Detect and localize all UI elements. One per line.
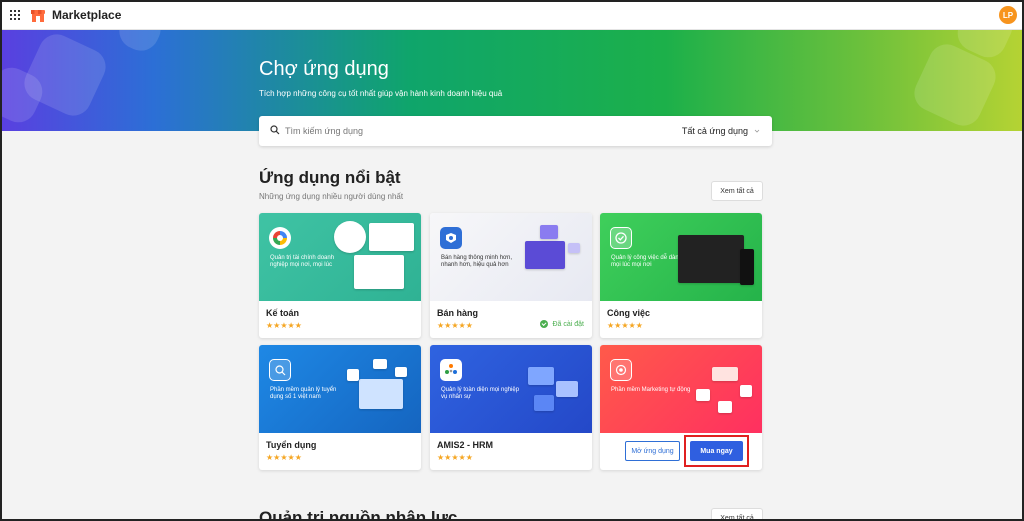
rating-stars: ★★★★★ <box>266 321 302 330</box>
app-banner: Quản lý công việc dễ dàng, mọi lúc mọi n… <box>600 213 762 301</box>
page-subtitle: Tích hợp những công cụ tốt nhất giúp vận… <box>259 89 503 98</box>
section-title: Ứng dụng nổi bật <box>259 168 401 187</box>
search-bar: Tất cả ứng dụng <box>259 116 772 146</box>
page-title: Chợ ứng dụng <box>259 58 389 80</box>
app-card-tuyen-dung[interactable]: Phần mềm quản lý tuyển dụng số 1 việt na… <box>259 345 421 470</box>
top-bar: Marketplace LP <box>0 0 1024 30</box>
app-card-marketing[interactable]: Phần mềm Marketing tự động Mở ứng dụng M… <box>600 345 762 470</box>
banner-tagline: Bán hàng thông minh hơn, nhanh hơn, hiệu… <box>441 255 512 268</box>
buy-now-button[interactable]: Mua ngay <box>690 441 743 461</box>
app-card-amis2-hrm[interactable]: Quản lý toàn diện mọi nghiệp vụ nhân sự … <box>430 345 592 470</box>
app-title: Marketplace <box>52 8 122 22</box>
banner-tagline: Quản lý toàn diện mọi nghiệp vụ nhân sự <box>441 387 520 400</box>
chevron-down-icon <box>754 129 760 133</box>
view-all-button[interactable]: Xem tất cả <box>711 181 763 201</box>
open-app-button[interactable]: Mở ứng dụng <box>625 441 680 461</box>
banner-illustration <box>373 359 387 369</box>
rating-stars: ★★★★★ <box>607 321 643 330</box>
app-name: Tuyển dụng <box>266 440 317 450</box>
hrm-app-icon <box>440 359 462 381</box>
banner-illustration <box>369 223 414 251</box>
banner-tagline: Phần mềm Marketing tự động <box>611 387 691 393</box>
app-banner: Bán hàng thông minh hơn, nhanh hơn, hiệu… <box>430 213 592 301</box>
category-dropdown-value: Tất cả ứng dụng <box>681 126 748 136</box>
banner-tagline: Phần mềm quản lý tuyển dụng số 1 việt na… <box>270 387 337 400</box>
search-icon <box>270 125 280 135</box>
banner-illustration <box>359 379 403 409</box>
marketplace-logo-icon <box>31 10 45 22</box>
decor-shape <box>113 30 167 57</box>
app-banner: Phần mềm quản lý tuyển dụng số 1 việt na… <box>259 345 421 433</box>
banner-illustration <box>525 241 565 269</box>
buy-now-highlight: Mua ngay <box>684 435 749 467</box>
user-avatar[interactable]: LP <box>999 6 1017 24</box>
app-launcher-icon[interactable] <box>10 10 20 20</box>
app-name: Công việc <box>607 308 651 318</box>
rating-stars: ★★★★★ <box>437 453 473 462</box>
app-name: AMIS2 - HRM <box>437 440 493 450</box>
search-input[interactable] <box>285 123 665 139</box>
banner-illustration <box>347 369 359 381</box>
app-card-cong-viec[interactable]: Quản lý công việc dễ dàng, mọi lúc mọi n… <box>600 213 762 338</box>
installed-status: Đã cài đặt <box>540 320 584 328</box>
installed-label: Đã cài đặt <box>552 320 584 328</box>
app-banner: Quản trị tài chính doanh nghiệp mọi nơi,… <box>259 213 421 301</box>
banner-illustration <box>556 381 578 397</box>
app-name: Kế toán <box>266 308 300 318</box>
banner-illustration <box>540 225 558 239</box>
app-banner: Phần mềm Marketing tự động <box>600 345 762 433</box>
banner-illustration <box>696 389 710 401</box>
category-dropdown[interactable]: Tất cả ứng dụng <box>682 123 768 139</box>
recruitment-app-icon <box>269 359 291 381</box>
sales-app-icon <box>440 227 462 249</box>
app-name: Bán hàng <box>437 308 479 318</box>
banner-illustration <box>534 395 554 411</box>
banner-illustration <box>568 243 580 253</box>
banner-tagline: Quản trị tài chính doanh nghiệp mọi nơi,… <box>270 255 335 268</box>
rating-stars: ★★★★★ <box>266 453 302 462</box>
section-subtitle: Những ứng dụng nhiều người dùng nhất <box>259 192 404 201</box>
rating-stars: ★★★★★ <box>437 321 473 330</box>
app-card-ke-toan[interactable]: Quản trị tài chính doanh nghiệp mọi nơi,… <box>259 213 421 338</box>
banner-illustration <box>740 385 752 397</box>
check-circle-icon <box>540 320 549 328</box>
banner-illustration <box>334 221 366 253</box>
banner-illustration <box>395 367 407 377</box>
section-title: Quản trị nguồn nhân lực <box>259 508 458 521</box>
task-app-icon <box>610 227 632 249</box>
banner-illustration <box>678 235 744 283</box>
banner-illustration <box>354 255 404 289</box>
banner-illustration <box>712 367 738 381</box>
app-banner: Quản lý toàn diện mọi nghiệp vụ nhân sự <box>430 345 592 433</box>
banner-illustration <box>528 367 554 385</box>
marketing-app-icon <box>610 359 632 381</box>
app-card-ban-hang[interactable]: Bán hàng thông minh hơn, nhanh hơn, hiệu… <box>430 213 592 338</box>
banner-illustration <box>740 249 754 285</box>
view-all-button[interactable]: Xem tất cả <box>711 508 763 521</box>
banner-illustration <box>718 401 732 413</box>
accounting-app-icon <box>269 227 291 249</box>
